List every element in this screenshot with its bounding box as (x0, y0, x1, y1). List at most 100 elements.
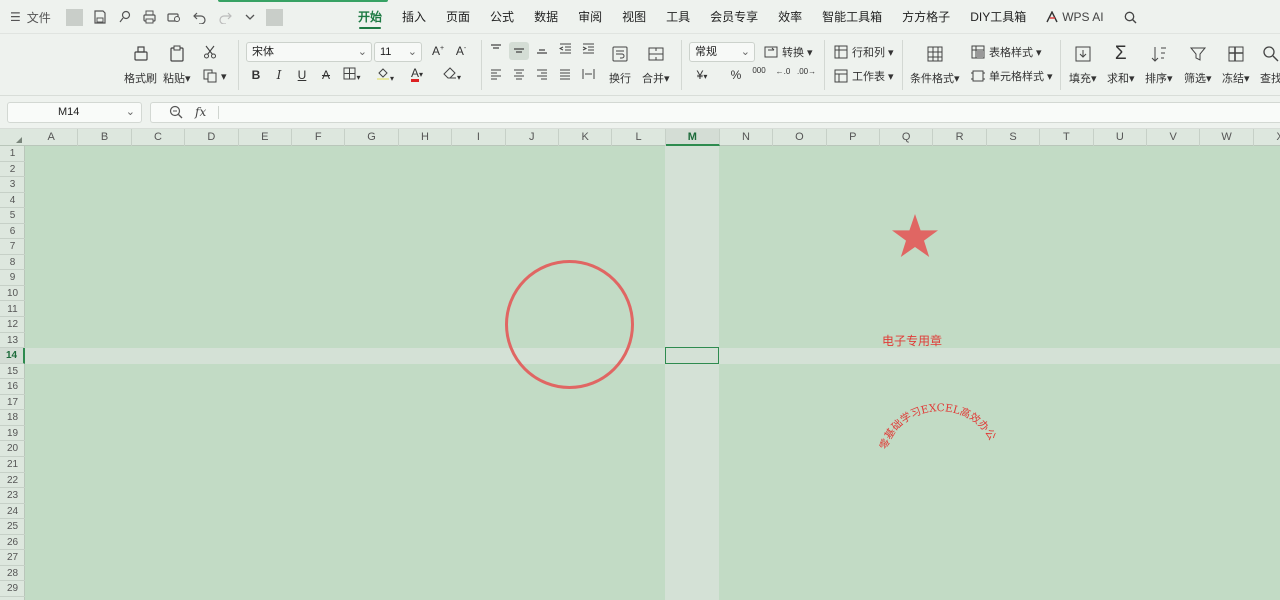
tab-page[interactable]: 页面 (436, 0, 480, 34)
font-size-select[interactable]: 11 ⌄ (374, 42, 422, 62)
align-left-icon[interactable] (487, 68, 505, 83)
find-button[interactable]: 查找 (1260, 43, 1280, 86)
row-header-3[interactable]: 3 (0, 177, 25, 193)
increase-font-icon[interactable]: A+ (429, 44, 447, 58)
fill-color-button[interactable]: ▾ (376, 67, 394, 84)
wps-ai-button[interactable]: WPS AI (1036, 0, 1113, 34)
active-cell[interactable] (665, 347, 719, 364)
column-header-u[interactable]: U (1094, 129, 1147, 146)
merge-button[interactable]: 合并▾ (642, 43, 670, 86)
decrease-decimal-icon[interactable]: .00→ (797, 67, 816, 76)
redo-icon[interactable] (216, 9, 233, 26)
row-header-29[interactable]: 29 (0, 581, 25, 597)
column-header-p[interactable]: P (827, 129, 880, 146)
sort-button[interactable]: 排序▾ (1145, 43, 1173, 86)
export-icon[interactable] (116, 9, 133, 26)
distribute-icon[interactable] (579, 68, 597, 83)
name-box[interactable]: M14 ⌄ (7, 102, 142, 123)
wrap-text-button[interactable]: 换行 (609, 43, 631, 86)
row-header-25[interactable]: 25 (0, 519, 25, 535)
decrease-indent-icon[interactable] (556, 43, 574, 58)
tab-member[interactable]: 会员专享 (700, 0, 768, 34)
stamp-star-shape[interactable] (890, 212, 940, 262)
paste-button[interactable]: 粘贴▾ (163, 43, 191, 86)
column-header-k[interactable]: K (559, 129, 613, 146)
row-header-23[interactable]: 23 (0, 488, 25, 504)
align-right-icon[interactable] (533, 68, 551, 83)
table-style-button[interactable]: 表格样式 ▾ (970, 44, 1042, 60)
stamp-arc-text[interactable]: 零基础学习EXCEL高效办公 (875, 390, 1005, 460)
font-name-select[interactable]: 宋体 ⌄ (246, 42, 372, 62)
justify-icon[interactable] (556, 68, 574, 83)
tab-tools[interactable]: 工具 (656, 0, 700, 34)
row-header-28[interactable]: 28 (0, 566, 25, 582)
zoom-icon[interactable] (169, 105, 183, 122)
clear-format-button[interactable]: ▾ (443, 67, 461, 83)
strikethrough-button[interactable]: A (317, 68, 335, 82)
row-header-10[interactable]: 10 (0, 286, 25, 302)
select-all-button[interactable] (0, 129, 25, 146)
worksheet-button[interactable]: 工作表 ▾ (833, 68, 894, 84)
tab-review[interactable]: 审阅 (568, 0, 612, 34)
print-preview-icon[interactable] (166, 9, 183, 26)
rows-cols-button[interactable]: 行和列 ▾ (833, 44, 894, 60)
column-header-i[interactable]: I (452, 129, 506, 146)
column-header-t[interactable]: T (1040, 129, 1094, 146)
underline-button[interactable]: U (293, 68, 311, 82)
column-header-w[interactable]: W (1200, 129, 1254, 146)
tab-formula[interactable]: 公式 (480, 0, 524, 34)
row-header-12[interactable]: 12 (0, 317, 25, 333)
bold-button[interactable]: B (247, 68, 265, 82)
row-header-21[interactable]: 21 (0, 457, 25, 473)
row-header-6[interactable]: 6 (0, 224, 25, 240)
row-header-13[interactable]: 13 (0, 333, 25, 349)
freeze-button[interactable]: 冻结▾ (1222, 43, 1250, 86)
format-painter-button[interactable]: 格式刷 (124, 43, 157, 86)
column-header-d[interactable]: D (185, 129, 239, 146)
stamp-circle-shape[interactable] (505, 260, 634, 389)
column-header-x[interactable]: X (1254, 129, 1280, 146)
align-bottom-icon[interactable] (533, 43, 551, 58)
tab-insert[interactable]: 插入 (392, 0, 436, 34)
sum-button[interactable]: Σ 求和▾ (1107, 43, 1135, 86)
percent-button[interactable]: % (727, 68, 745, 82)
font-color-button[interactable]: A▾ (408, 66, 426, 82)
row-header-14[interactable]: 14 (0, 348, 25, 364)
column-header-b[interactable]: B (78, 129, 132, 146)
tab-diy-toolbox[interactable]: DIY工具箱 (960, 0, 1036, 34)
thousands-button[interactable]: 000 (750, 66, 768, 75)
column-header-e[interactable]: E (239, 129, 292, 146)
save-icon[interactable] (91, 9, 108, 26)
tab-smart-toolbox[interactable]: 智能工具箱 (812, 0, 892, 34)
tab-fangfang[interactable]: 方方格子 (892, 0, 960, 34)
column-header-s[interactable]: S (987, 129, 1041, 146)
column-header-g[interactable]: G (345, 129, 399, 146)
tab-efficiency[interactable]: 效率 (768, 0, 812, 34)
number-format-select[interactable]: 常规 ⌄ (689, 42, 755, 62)
row-header-17[interactable]: 17 (0, 395, 25, 411)
column-header-q[interactable]: Q (880, 129, 934, 146)
conditional-format-button[interactable]: 条件格式▾ (910, 43, 960, 86)
convert-button[interactable]: 转换 ▾ (763, 44, 813, 60)
decrease-font-icon[interactable]: A- (452, 44, 470, 58)
currency-button[interactable]: ¥▾ (693, 68, 711, 82)
filter-button[interactable]: 筛选▾ (1184, 43, 1212, 86)
row-header-5[interactable]: 5 (0, 208, 25, 224)
row-header-2[interactable]: 2 (0, 162, 25, 178)
align-top-icon[interactable] (487, 43, 505, 58)
row-header-4[interactable]: 4 (0, 193, 25, 209)
tab-view[interactable]: 视图 (612, 0, 656, 34)
row-header-18[interactable]: 18 (0, 410, 25, 426)
tab-data[interactable]: 数据 (524, 0, 568, 34)
increase-decimal-icon[interactable]: ←.0 (774, 67, 792, 76)
row-header-1[interactable]: 1 (0, 146, 25, 162)
fx-icon[interactable]: fx (195, 105, 206, 119)
cell-area[interactable] (25, 146, 1280, 600)
print-icon[interactable] (141, 9, 158, 26)
increase-indent-icon[interactable] (579, 43, 597, 58)
stamp-title-text[interactable]: 电子专用章 (882, 332, 942, 349)
column-header-o[interactable]: O (773, 129, 827, 146)
column-header-h[interactable]: H (399, 129, 453, 146)
undo-icon[interactable] (191, 9, 208, 26)
tab-home[interactable]: 开始 (358, 0, 392, 34)
